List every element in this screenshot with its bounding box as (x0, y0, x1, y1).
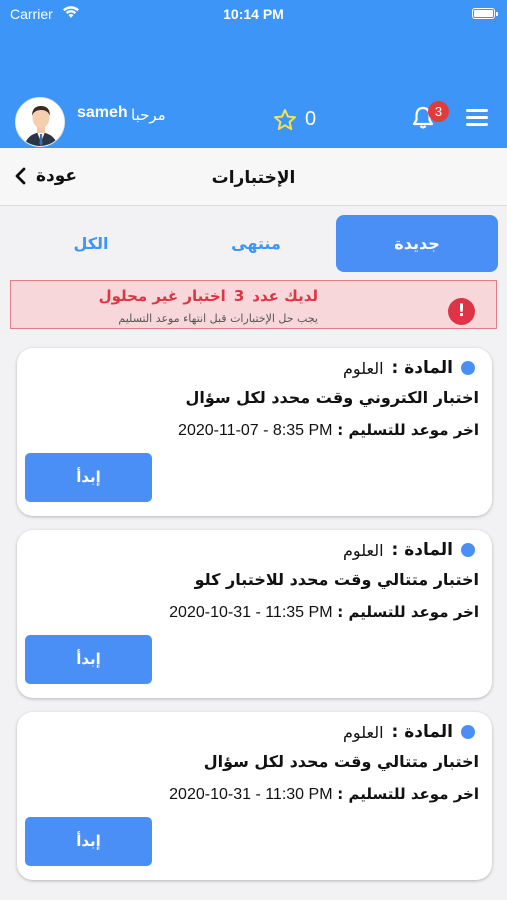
bullet-icon (461, 361, 475, 375)
subject-label: المادة : (391, 358, 453, 378)
status-bar: Carrier 10:14 PM (0, 5, 507, 25)
bullet-icon (461, 725, 475, 739)
start-exam-button[interactable]: إبدأ (25, 817, 152, 866)
tab-all[interactable]: الكل (10, 215, 172, 272)
app-header: Carrier 10:14 PM sameh مرحبا 0 3 (0, 0, 507, 148)
subject-label: المادة : (391, 722, 453, 742)
user-avatar[interactable] (15, 97, 65, 147)
notification-badge: 3 (428, 101, 449, 122)
subject-row: المادة : العلوم (343, 540, 475, 560)
exam-title: اختبار متتالي وقت محدد لكل سؤال (203, 752, 479, 771)
deadline-label: اخر موعد للتسليم : (337, 421, 479, 439)
tab-new[interactable]: جديدة (336, 215, 498, 272)
exam-title: اختبار متتالي وقت محدد للاختبار كلو (194, 570, 479, 589)
deadline-value: 2020-10-31 - 11:35 PM (169, 604, 333, 621)
tab-finished[interactable]: منتهى (175, 215, 337, 272)
exam-title: اختبار الكتروني وقت محدد لكل سؤال (185, 388, 479, 407)
alert-prefix: لديك عدد (252, 287, 318, 305)
points-count: 0 (305, 108, 317, 130)
subject-value: العلوم (343, 358, 384, 378)
alert-count: 3 (233, 287, 245, 305)
alert-suffix: اختبار غير محلول (98, 287, 226, 305)
star-icon[interactable] (273, 108, 297, 136)
navigation-bar: عودة الإختبارات (0, 148, 507, 206)
deadline-value: 2020-10-31 - 11:30 PM (169, 786, 333, 803)
clock: 10:14 PM (223, 6, 284, 22)
battery-icon (472, 8, 498, 19)
deadline-row: اخر موعد للتسليم : 2020-11-07 - 8:35 PM (178, 421, 479, 440)
username: sameh (77, 104, 128, 121)
deadline-row: اخر موعد للتسليم : 2020-10-31 - 11:35 PM (169, 603, 479, 622)
bullet-icon (461, 543, 475, 557)
exam-card: المادة : العلوم اختبار متتالي وقت محدد ل… (17, 712, 492, 880)
deadline-label: اخر موعد للتسليم : (337, 785, 479, 803)
start-exam-button[interactable]: إبدأ (25, 453, 152, 502)
page-title: الإختبارات (211, 168, 296, 188)
exclamation-circle-icon: ! (448, 298, 475, 325)
alert-subtext: يجب حل الإختبارات قبل انتهاء موعد التسلي… (118, 312, 318, 325)
subject-row: المادة : العلوم (343, 358, 475, 378)
subject-row: المادة : العلوم (343, 722, 475, 742)
alert-message: لديك عدد 3 اختبار غير محلول (99, 287, 318, 305)
subject-label: المادة : (391, 540, 453, 560)
subject-value: العلوم (343, 722, 384, 742)
greeting-text: مرحبا (131, 106, 166, 124)
deadline-value: 2020-11-07 - 8:35 PM (178, 422, 333, 439)
start-exam-button[interactable]: إبدأ (25, 635, 152, 684)
subject-value: العلوم (343, 540, 384, 560)
exam-card: المادة : العلوم اختبار الكتروني وقت محدد… (17, 348, 492, 516)
deadline-row: اخر موعد للتسليم : 2020-10-31 - 11:30 PM (169, 785, 479, 804)
deadline-label: اخر موعد للتسليم : (337, 603, 479, 621)
unsolved-exams-alert: لديك عدد 3 اختبار غير محلول يجب حل الإختبا… (10, 280, 497, 329)
exam-card: المادة : العلوم اختبار متتالي وقت محدد ل… (17, 530, 492, 698)
hamburger-menu-icon[interactable] (466, 109, 488, 127)
